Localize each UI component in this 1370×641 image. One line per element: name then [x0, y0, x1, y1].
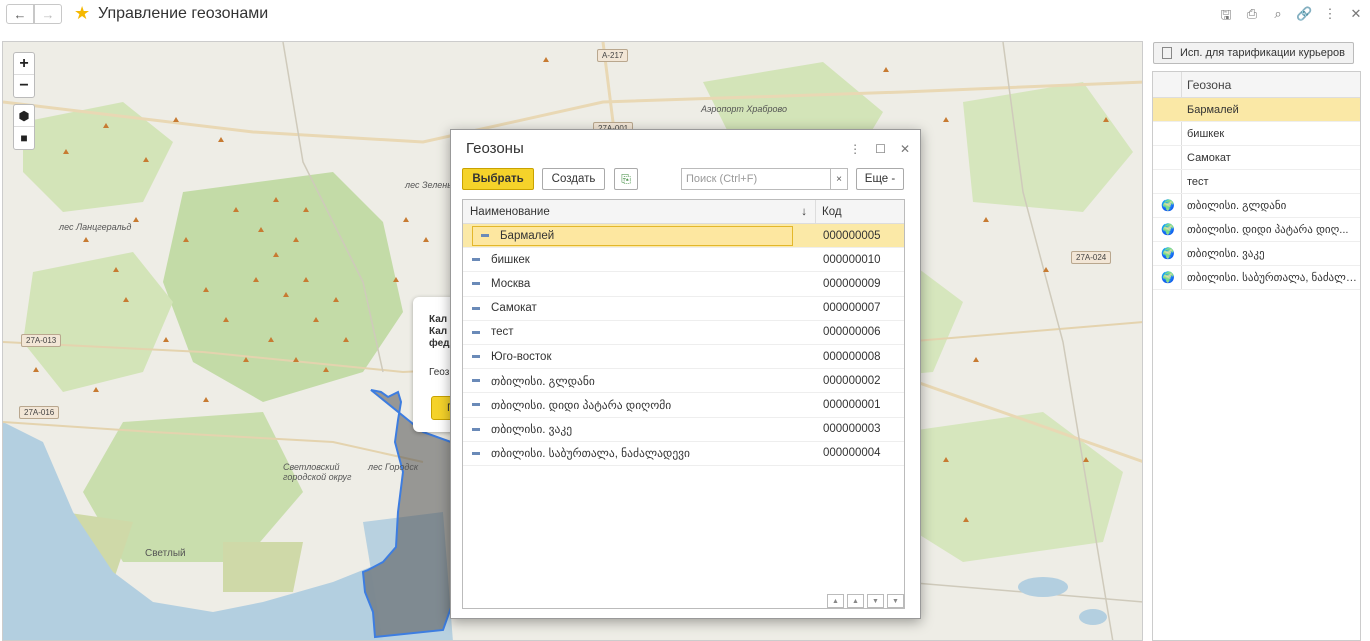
document-icon	[1162, 47, 1172, 59]
page-title: Управление геозонами	[98, 5, 269, 22]
search-input[interactable]	[682, 173, 830, 185]
list-item[interactable]: тест	[1153, 170, 1360, 194]
element-icon	[472, 355, 480, 359]
dialog-window-controls: ⋮ ☐ ✕	[849, 142, 910, 156]
zoom-controls: + −	[13, 52, 35, 98]
more-button[interactable]: Еще -	[856, 168, 904, 190]
rectangle-tool-button[interactable]: ■	[14, 127, 34, 149]
table-row[interactable]: бишкек 000000010	[463, 248, 904, 273]
draw-tools: ⬢ ■	[13, 104, 35, 150]
table-navigation: ▲ ▲ ▼ ▼	[827, 594, 904, 608]
polygon-tool-button[interactable]: ⬢	[14, 105, 34, 127]
more-icon[interactable]: ⋮	[1322, 6, 1338, 28]
geozones-dialog: Геозоны ⋮ ☐ ✕ Выбрать Создать ⎘ × Еще - …	[450, 129, 921, 619]
scroll-bottom-button[interactable]: ▼	[887, 594, 904, 608]
element-icon	[481, 234, 489, 238]
element-icon	[472, 379, 480, 383]
polygon-icon: ⬢	[18, 108, 30, 123]
map-place-label: лес Ланцгеральд	[59, 222, 132, 232]
preview-icon[interactable]: ⌕	[1270, 6, 1286, 28]
road-label: A-217	[597, 49, 629, 62]
scroll-down-button[interactable]: ▼	[867, 594, 884, 608]
create-button[interactable]: Создать	[542, 168, 605, 190]
table-row[interactable]: თბილისი. საბურთალა, ნაძალადევი 000000004	[463, 442, 904, 466]
select-button[interactable]: Выбрать	[462, 168, 534, 190]
zoom-in-button[interactable]: +	[14, 53, 34, 75]
geozone-list-header: Геозона	[1153, 72, 1360, 98]
courier-tariff-label: Исп. для тарификации курьеров	[1180, 47, 1345, 59]
maximize-icon[interactable]: ☐	[875, 142, 886, 156]
name-column-header[interactable]: Наименование ↓	[463, 200, 816, 223]
close-icon[interactable]: ✕	[1348, 6, 1364, 28]
copy-doc-icon: ⎘	[621, 171, 631, 186]
arrow-right-icon: →	[41, 6, 55, 22]
dialog-title: Геозоны	[466, 140, 524, 157]
globe-icon: 🌍	[1161, 224, 1175, 236]
map-place-label: Светловский городской округ	[283, 462, 352, 482]
element-icon	[472, 451, 480, 455]
table-row[interactable]: Бармалей 000000005	[463, 224, 904, 249]
link-icon[interactable]: 🔗	[1296, 6, 1312, 28]
map-place-label: Светлый	[145, 548, 186, 559]
close-icon[interactable]: ✕	[900, 142, 910, 156]
courier-tariff-toggle[interactable]: Исп. для тарификации курьеров	[1153, 42, 1354, 64]
table-header: Наименование ↓ Код	[463, 200, 904, 224]
element-icon	[472, 306, 480, 310]
list-item[interactable]: 🌍 თბილისი. საბურთალა, ნაძალა...	[1153, 266, 1360, 290]
search-field: ×	[681, 168, 848, 190]
element-icon	[472, 258, 480, 262]
map-place-label: лес Городск	[368, 462, 419, 472]
header-actions: 🖫 ⎙ ⌕ 🔗 ⋮ ✕	[1218, 6, 1364, 28]
table-row[interactable]: თბილისი. დიდი პატარა დიღომი 000000001	[463, 393, 904, 418]
save-icon[interactable]: 🖫	[1218, 6, 1234, 28]
popup-text: Геоз	[429, 367, 450, 378]
sort-arrow-icon: ↓	[801, 205, 807, 218]
popup-text: Кал	[429, 314, 448, 325]
code-column-header[interactable]: Код	[816, 200, 842, 223]
globe-icon: 🌍	[1161, 200, 1175, 212]
map-place-label: лес Зелены	[405, 180, 454, 190]
list-item[interactable]: 🌍 თბილისი. ვაკე	[1153, 242, 1360, 266]
scroll-up-button[interactable]: ▲	[847, 594, 864, 608]
more-icon[interactable]: ⋮	[849, 142, 861, 156]
geozone-list: Геозона Бармалей бишкек Самокат тест 🌍 თბ…	[1152, 71, 1361, 641]
element-icon	[472, 282, 480, 286]
list-item[interactable]: Самокат	[1153, 146, 1360, 170]
arrow-left-icon: ←	[13, 6, 27, 22]
table-row[interactable]: Юго-восток 000000008	[463, 345, 904, 370]
table-row[interactable]: Самокат 000000007	[463, 297, 904, 321]
table-row[interactable]: тест 000000006	[463, 321, 904, 345]
element-icon	[472, 403, 480, 407]
list-item[interactable]: 🌍 თბილისი. დიდი პატარა დიღ...	[1153, 218, 1360, 242]
list-item[interactable]: Бармалей	[1153, 98, 1360, 122]
list-item[interactable]: 🌍 თბილისი. გლდანი	[1153, 194, 1360, 218]
header: ← → ★ Управление геозонами 🖫 ⎙ ⌕ 🔗 ⋮ ✕	[0, 0, 1370, 30]
clear-search-button[interactable]: ×	[830, 169, 847, 189]
element-icon	[472, 427, 480, 431]
airport-label: Аэропорт Храброво	[701, 104, 787, 114]
road-label: 27A-016	[19, 406, 60, 419]
table-row[interactable]: თბილისი. გლდანი 000000002	[463, 369, 904, 394]
print-icon[interactable]: ⎙	[1244, 6, 1260, 28]
road-label: 27A-013	[21, 334, 62, 347]
column-header: Геозона	[1187, 77, 1232, 92]
globe-icon: 🌍	[1161, 272, 1175, 284]
table-row[interactable]: Москва 000000009	[463, 272, 904, 297]
back-button[interactable]: ←	[6, 4, 34, 24]
list-item[interactable]: бишкек	[1153, 122, 1360, 146]
table-row[interactable]: თბილისი. ვაკე 000000003	[463, 418, 904, 442]
forward-button[interactable]: →	[34, 4, 62, 24]
globe-icon: 🌍	[1161, 248, 1175, 260]
copy-button[interactable]: ⎘	[614, 168, 638, 190]
zoom-out-button[interactable]: −	[14, 75, 34, 97]
popup-text: фед	[429, 338, 450, 349]
element-icon	[472, 330, 480, 334]
road-label: 27A-024	[1071, 251, 1112, 264]
rectangle-icon: ■	[20, 131, 28, 145]
favorite-star-icon[interactable]: ★	[74, 3, 90, 24]
geozones-table: Наименование ↓ Код Бармалей 000000005 би…	[462, 199, 905, 609]
scroll-top-button[interactable]: ▲	[827, 594, 844, 608]
popup-text: Кал	[429, 326, 448, 337]
